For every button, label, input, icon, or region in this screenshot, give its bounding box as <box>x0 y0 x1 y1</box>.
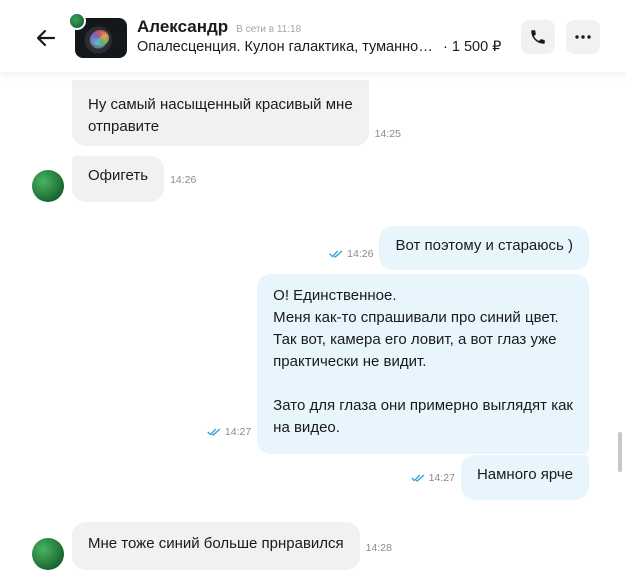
message-bubble: Офигеть <box>72 156 165 202</box>
message-bubble: Ну самый насыщенный красивый мне отправи… <box>72 80 369 146</box>
double-check-icon <box>411 474 424 482</box>
message-outgoing: 14:27 Намного ярче <box>411 455 589 500</box>
seller-avatar[interactable] <box>32 170 64 202</box>
arrow-left-icon <box>36 29 56 47</box>
message-time: 14:26 <box>347 248 374 260</box>
back-button[interactable] <box>30 22 62 54</box>
more-options-button[interactable] <box>566 20 600 54</box>
phone-icon <box>531 30 545 44</box>
pendant-image <box>91 30 109 46</box>
message-bubble: Намного ярче <box>460 455 589 500</box>
chat-header: Александр В сети в 11:18 Опалесценция. К… <box>0 0 627 72</box>
online-status: В сети в 11:18 <box>236 24 302 35</box>
message-time: 14:27 <box>224 426 252 438</box>
message-incoming: Мне тоже синий больше прнравился 14:28 <box>72 522 392 570</box>
message-bubble: Вот поэтому и стараюсь ) <box>379 226 589 270</box>
message-time: 14:28 <box>365 542 392 554</box>
message-bubble: О! Единственное. Меня как-то спрашивали … <box>257 274 589 454</box>
seller-avatar[interactable] <box>32 538 64 570</box>
listing-link[interactable]: Опалесценция. Кулон галактика, туманнос…… <box>137 39 501 55</box>
listing-price: · 1 500 ₽ <box>443 39 502 55</box>
message-outgoing: 14:26 Вот поэтому и стараюсь ) <box>329 226 589 270</box>
seller-name[interactable]: Александр <box>137 17 228 37</box>
message-incoming: Офигеть 14:26 <box>72 156 196 202</box>
listing-title: Опалесценция. Кулон галактика, туманнос… <box>137 39 437 55</box>
message-meta: 14:27 <box>207 426 251 438</box>
double-check-icon <box>329 250 343 258</box>
message-time: 14:27 <box>428 472 455 484</box>
double-check-icon <box>207 428 221 436</box>
message-bubble: Мне тоже синий больше прнравился <box>72 522 360 570</box>
message-time: 14:25 <box>374 128 401 140</box>
message-meta: 14:27 <box>411 472 455 484</box>
call-button[interactable] <box>521 20 555 54</box>
seller-avatar[interactable] <box>68 12 86 30</box>
message-outgoing: 14:27 О! Единственное. Меня как-то спраш… <box>207 274 589 454</box>
more-dots-icon <box>575 35 591 39</box>
message-time: 14:26 <box>170 174 197 186</box>
scrollbar-thumb[interactable] <box>618 432 622 472</box>
message-meta: 14:26 <box>329 248 373 260</box>
message-incoming: Ну самый насыщенный красивый мне отправи… <box>72 80 401 146</box>
